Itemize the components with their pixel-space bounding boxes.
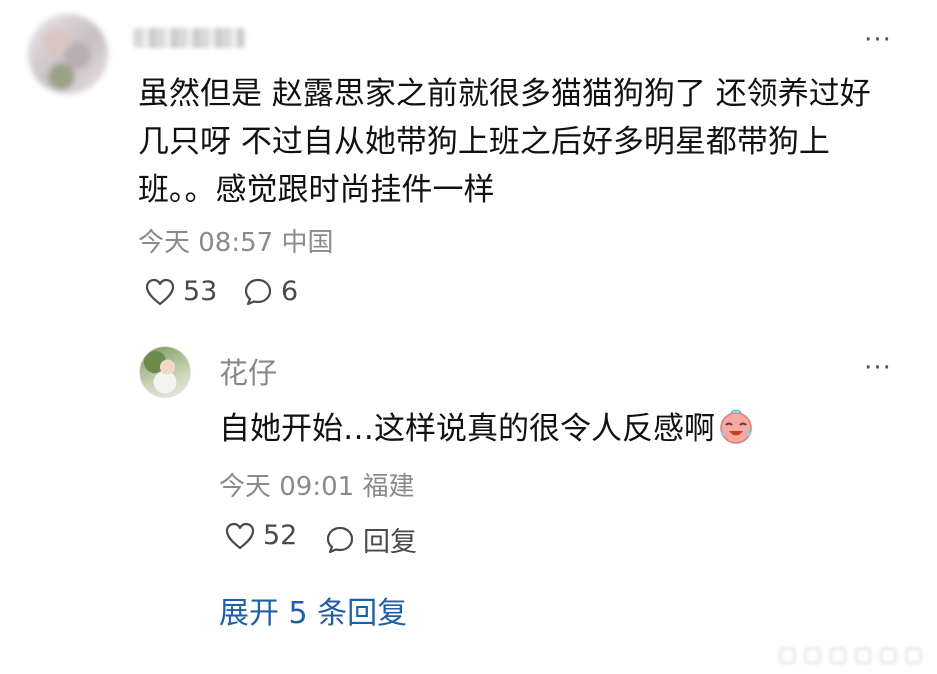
comment-meta: 今天 08:57 中国 — [138, 222, 333, 259]
like-button[interactable]: 53 — [145, 276, 217, 307]
comment-text: 虽然但是 赵露思家之前就很多猫猫狗狗了 还领养过好几只呀 不过自从她带狗上班之后… — [138, 76, 871, 208]
more-options-icon[interactable]: ··· — [858, 27, 898, 53]
reply-more-options-icon[interactable]: ··· — [858, 355, 898, 381]
comment-button[interactable]: 6 — [243, 276, 298, 307]
heart-outline-icon — [225, 522, 255, 549]
heart-outline-icon — [145, 278, 175, 305]
username-blurred[interactable] — [133, 28, 245, 48]
reply-button[interactable]: 回复 — [325, 520, 417, 559]
expand-replies-link[interactable]: 展开 5 条回复 — [219, 588, 407, 632]
watermark: ▢ ▢ ▢ ▢ ▢ ▢ — [777, 642, 923, 666]
reply-meta: 今天 09:01 福建 — [219, 466, 414, 503]
reply-username[interactable]: 花仔 — [219, 350, 277, 392]
crying-laughing-emoji-icon — [720, 409, 752, 444]
avatar[interactable] — [28, 14, 108, 94]
reply-text-row: 自她开始…这样说真的很令人反感啊 — [219, 403, 755, 448]
reply-text: 自她开始…这样说真的很令人反感啊 — [219, 411, 715, 447]
speech-bubble-icon — [326, 526, 354, 553]
reply-like-count: 52 — [263, 520, 298, 551]
reply-label: 回复 — [363, 527, 417, 558]
reply-location: 福建 — [362, 472, 415, 502]
comment-time: 今天 08:57 — [138, 228, 274, 258]
reply-like-button[interactable]: 52 — [225, 520, 297, 551]
comment-count: 6 — [281, 276, 299, 307]
comment-location: 中国 — [281, 228, 334, 258]
like-count: 53 — [183, 276, 218, 307]
reply-time: 今天 09:01 — [219, 472, 355, 502]
reply-avatar[interactable] — [139, 346, 191, 398]
speech-bubble-icon — [244, 278, 272, 305]
